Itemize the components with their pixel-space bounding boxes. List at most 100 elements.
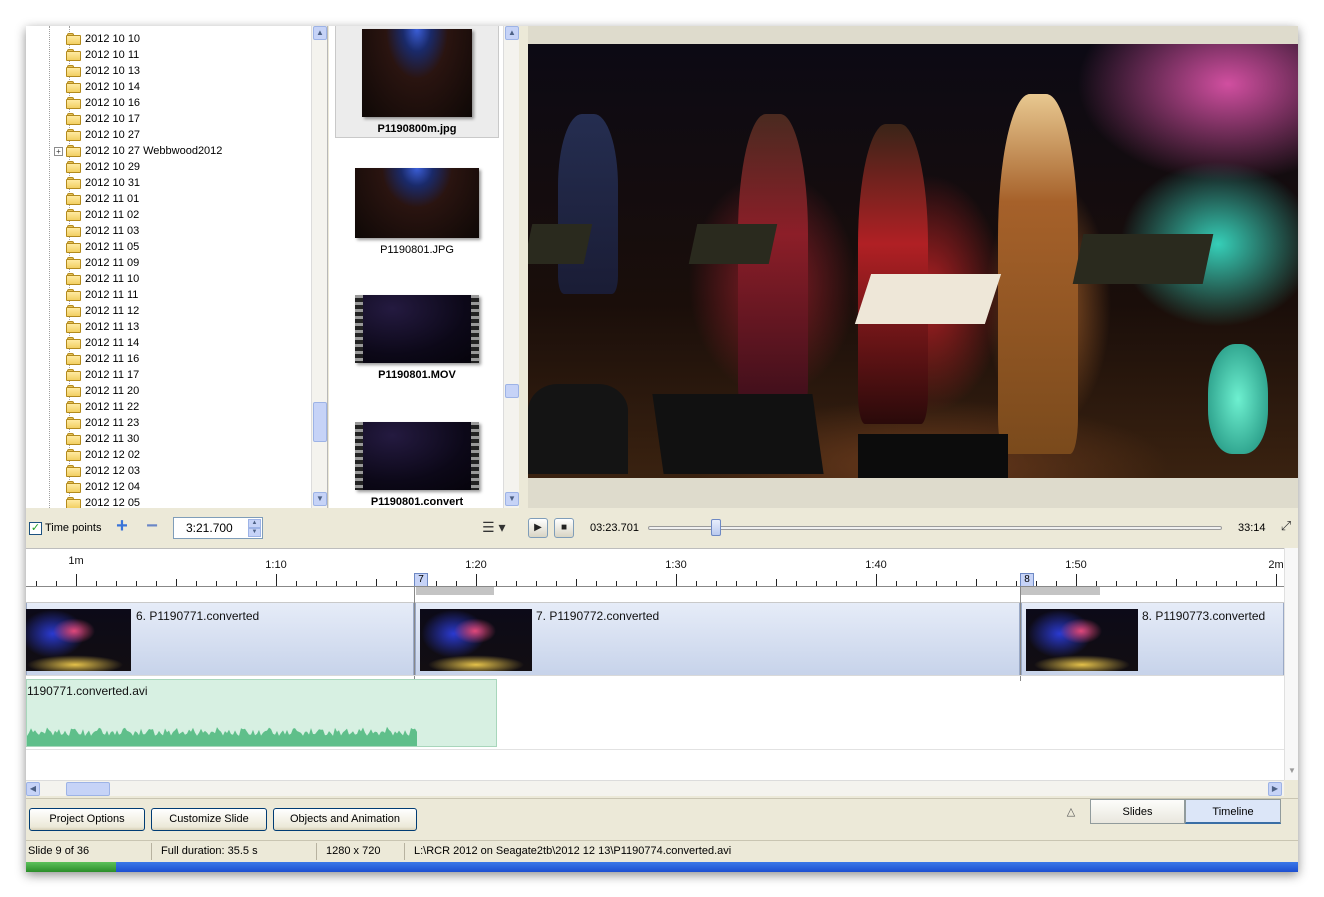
folder-tree-item[interactable]: 2012 11 13 xyxy=(66,319,222,335)
menu-list-icon[interactable]: ☰ ▾ xyxy=(482,518,514,538)
folder-tree-item[interactable]: 2012 10 11 xyxy=(66,47,222,63)
spin-up-icon[interactable]: ▲ xyxy=(248,519,261,528)
thumbnail-name: P1190801.convert xyxy=(370,496,464,508)
transport-bar: ✓ Time points + − 3:21.700 ▲ ▼ ☰ ▾ ▶ ■ 0… xyxy=(26,510,1298,546)
folder-tree-item[interactable]: 2012 11 16 xyxy=(66,351,222,367)
thumbnail-scrollbar[interactable]: ▲ ▼ xyxy=(503,26,519,508)
folder-tree-item[interactable]: 2012 11 20 xyxy=(66,383,222,399)
folder-icon xyxy=(66,225,82,237)
ruler-tick xyxy=(536,581,537,586)
folder-tree-scrollbar[interactable]: ▲ ▼ xyxy=(311,26,327,508)
timeline-vertical-scrollbar[interactable]: ▼ xyxy=(1284,548,1298,780)
tab-timeline[interactable]: Timeline xyxy=(1185,799,1281,824)
folder-tree-item[interactable]: 2012 10 27 xyxy=(66,127,222,143)
collapse-triangle-icon[interactable]: △ xyxy=(1064,805,1078,819)
ruler-tick xyxy=(576,579,577,586)
folder-icon xyxy=(66,97,82,109)
remove-time-point-icon[interactable]: − xyxy=(142,516,162,537)
folder-tree-item[interactable]: 2012 11 23 xyxy=(66,415,222,431)
folder-label: 2012 11 05 xyxy=(85,241,140,253)
customize-slide-button[interactable]: Customize Slide xyxy=(151,808,267,831)
folder-tree-item[interactable]: 2012 11 10 xyxy=(66,271,222,287)
folder-tree-item[interactable]: 2012 10 29 xyxy=(66,159,222,175)
thumbnail-name: P1190801.MOV xyxy=(378,369,456,381)
folder-label: 2012 11 02 xyxy=(85,209,140,221)
time-point-field[interactable]: 3:21.700 ▲ ▼ xyxy=(173,517,263,539)
folder-tree-item[interactable]: 2012 11 11 xyxy=(66,287,222,303)
scroll-down-icon[interactable]: ▼ xyxy=(1286,766,1298,778)
stop-button[interactable]: ■ xyxy=(554,518,574,538)
folder-tree-item[interactable]: 2012 11 14 xyxy=(66,335,222,351)
project-options-button[interactable]: Project Options xyxy=(29,808,145,831)
thumbnail-item[interactable]: P1190800m.jpg xyxy=(335,26,499,138)
thumbnail-item[interactable]: P1190801.JPG xyxy=(335,168,499,264)
scroll-down-icon[interactable]: ▼ xyxy=(313,492,327,506)
folder-tree-item[interactable]: 2012 11 22 xyxy=(66,399,222,415)
scroll-thumb[interactable] xyxy=(505,384,519,398)
video-preview[interactable] xyxy=(528,44,1298,478)
folder-tree-item[interactable]: 2012 10 16 xyxy=(66,95,222,111)
scroll-left-icon[interactable]: ◀ xyxy=(26,782,40,796)
slide-marker[interactable]: 7 xyxy=(414,573,428,586)
folder-tree-item[interactable]: 2012 11 01 xyxy=(66,191,222,207)
folder-tree-item[interactable]: 2012 10 31 xyxy=(66,175,222,191)
folder-tree-item[interactable]: 2012 11 09 xyxy=(66,255,222,271)
add-time-point-icon[interactable]: + xyxy=(112,516,132,537)
folder-icon xyxy=(66,449,82,461)
folder-tree-item[interactable]: 2012 12 03 xyxy=(66,463,222,479)
folder-tree-item[interactable]: 2012 11 30 xyxy=(66,431,222,447)
folder-tree-item[interactable]: 2012 11 02 xyxy=(66,207,222,223)
folder-tree-item[interactable]: 2012 11 03 xyxy=(66,223,222,239)
ruler-tick xyxy=(1236,581,1237,586)
audio-clip[interactable]: 1190771.converted.avi xyxy=(26,679,497,747)
ruler-tick xyxy=(36,581,37,586)
ruler-tick xyxy=(696,581,697,586)
folder-tree-item[interactable]: 2012 11 12 xyxy=(66,303,222,319)
spin-down-icon[interactable]: ▼ xyxy=(248,528,261,537)
scroll-thumb[interactable] xyxy=(66,782,110,796)
folder-label: 2012 11 22 xyxy=(85,401,140,413)
start-button[interactable] xyxy=(26,862,116,872)
folder-icon xyxy=(66,145,82,157)
slide-marker[interactable]: 8 xyxy=(1020,573,1034,586)
folder-icon xyxy=(66,113,82,125)
tab-slides[interactable]: Slides xyxy=(1090,799,1185,824)
seek-track[interactable] xyxy=(648,526,1222,530)
scroll-up-icon[interactable]: ▲ xyxy=(505,26,519,40)
scroll-down-icon[interactable]: ▼ xyxy=(505,492,519,506)
folder-label: 2012 12 04 xyxy=(85,481,141,493)
folder-tree-item[interactable]: 2012 12 05 xyxy=(66,495,222,508)
timeline-clip[interactable]: 8. P1190773.converted xyxy=(1021,603,1284,675)
objects-animation-button[interactable]: Objects and Animation xyxy=(273,808,417,831)
folder-tree-item[interactable]: 2012 11 17 xyxy=(66,367,222,383)
folder-tree-item[interactable]: 2012 12 02 xyxy=(66,447,222,463)
timeline-clip[interactable]: 7. P1190772.converted xyxy=(415,603,1020,675)
timeline-horizontal-scrollbar[interactable]: ◀ ▶ xyxy=(26,780,1284,796)
timeline-ruler[interactable]: 1m 1:10 1:20 1:30 1:40 1:50 2m 7 8 xyxy=(26,549,1284,587)
scroll-up-icon[interactable]: ▲ xyxy=(313,26,327,40)
scroll-thumb[interactable] xyxy=(313,402,327,442)
folder-tree-item[interactable]: 2012 12 04 xyxy=(66,479,222,495)
thumbnail-item[interactable]: P1190801.convert xyxy=(335,422,499,508)
audio-waveform xyxy=(27,726,417,746)
scroll-right-icon[interactable]: ▶ xyxy=(1268,782,1282,796)
ruler-tick xyxy=(96,581,97,586)
transition-indicator[interactable] xyxy=(416,587,494,595)
folder-tree-item[interactable]: 2012 10 13 xyxy=(66,63,222,79)
transition-indicator[interactable] xyxy=(1020,587,1100,595)
thumbnail-item[interactable]: P1190801.MOV xyxy=(335,295,499,391)
play-button[interactable]: ▶ xyxy=(528,518,548,538)
seek-thumb[interactable] xyxy=(711,519,722,536)
timeline-clip[interactable]: 6. P1190771.converted xyxy=(26,603,414,675)
time-points-checkbox[interactable]: ✓ xyxy=(29,522,42,535)
folder-tree-item[interactable]: 2012 10 17 xyxy=(66,111,222,127)
fullscreen-icon[interactable]: ⤢ xyxy=(1278,518,1294,534)
expand-icon[interactable]: + xyxy=(54,147,63,156)
folder-tree-item[interactable]: 2012 10 10 xyxy=(66,31,222,47)
timeline-panel[interactable]: 1m 1:10 1:20 1:30 1:40 1:50 2m 7 8 6. P1190771.c… xyxy=(26,548,1284,780)
folder-tree-item[interactable]: 2012 11 05 xyxy=(66,239,222,255)
ruler-tick xyxy=(1256,581,1257,586)
folder-tree-item[interactable]: +2012 10 27 Webbwood2012 xyxy=(54,143,222,159)
ruler-tick xyxy=(336,581,337,586)
folder-tree-item[interactable]: 2012 10 14 xyxy=(66,79,222,95)
